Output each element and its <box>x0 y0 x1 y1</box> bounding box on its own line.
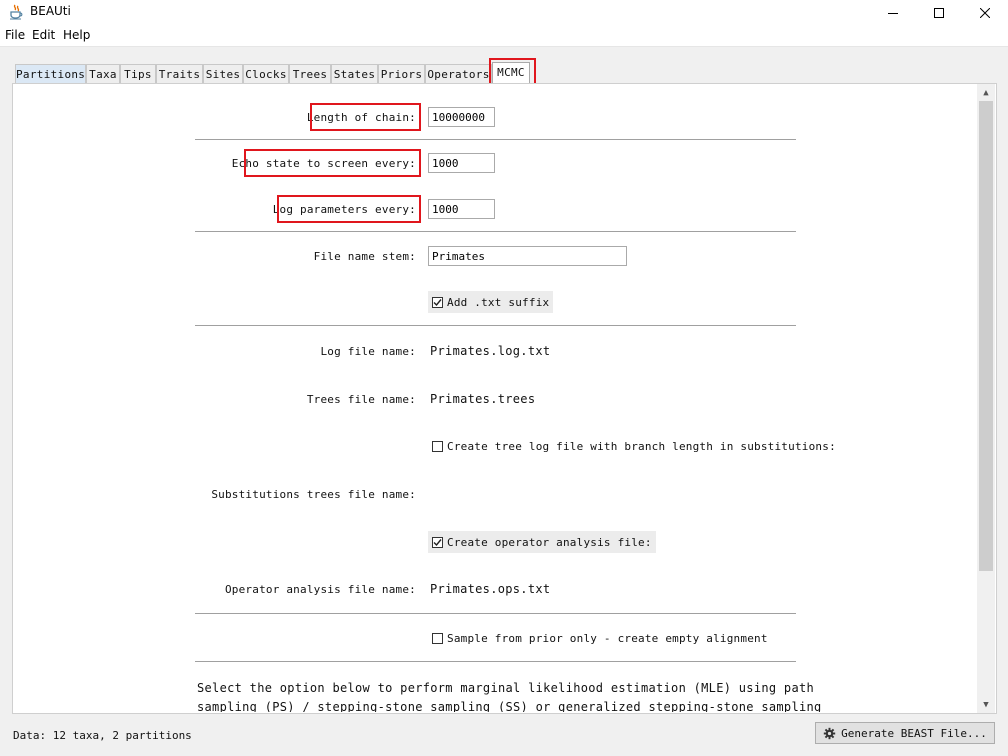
tab-states[interactable]: States <box>331 64 378 83</box>
tab-partitions[interactable]: Partitions <box>15 64 86 83</box>
tab-priors[interactable]: Priors <box>378 64 425 83</box>
tab-trees[interactable]: Trees <box>289 64 331 83</box>
echo-state-highlight <box>244 149 421 177</box>
add-txt-suffix-checkbox[interactable]: Add .txt suffix <box>428 291 554 313</box>
tab-sites[interactable]: Sites <box>203 64 243 83</box>
separator <box>195 661 796 662</box>
menu-file[interactable]: File <box>5 28 25 42</box>
tab-traits[interactable]: Traits <box>156 64 203 83</box>
file-name-stem-label: File name stem: <box>313 250 416 263</box>
operator-file-name-label: Operator analysis file name: <box>224 583 416 596</box>
trees-file-name-label: Trees file name: <box>306 393 416 406</box>
file-name-stem-input[interactable] <box>428 246 627 266</box>
checkbox-unchecked-icon <box>432 633 443 644</box>
java-cup-icon <box>10 4 23 20</box>
minimize-button[interactable] <box>870 0 916 26</box>
sample-prior-checkbox[interactable]: Sample from prior only - create empty al… <box>432 632 768 645</box>
close-icon <box>980 8 990 18</box>
length-of-chain-highlight <box>310 103 421 131</box>
log-parameters-input[interactable] <box>428 199 495 219</box>
menu-help[interactable]: Help <box>63 28 90 42</box>
minimize-icon <box>888 13 898 14</box>
vertical-scrollbar[interactable]: ▲ ▼ <box>977 84 995 713</box>
scrollbar-thumb[interactable] <box>979 101 993 571</box>
window-title: BEAUti <box>30 4 71 18</box>
tab-tips[interactable]: Tips <box>120 64 156 83</box>
generate-beast-file-label: Generate BEAST File... <box>841 726 987 740</box>
operator-analysis-checkbox[interactable]: Create operator analysis file: <box>428 531 656 553</box>
status-text: Data: 12 taxa, 2 partitions <box>13 729 192 742</box>
separator <box>195 231 796 232</box>
operator-analysis-label: Create operator analysis file: <box>447 535 652 549</box>
checkbox-unchecked-icon <box>432 441 443 452</box>
checkbox-checked-icon <box>432 296 443 308</box>
scroll-down-arrow-icon[interactable]: ▼ <box>977 696 995 713</box>
generate-beast-file-button[interactable]: Generate BEAST File... <box>815 722 995 744</box>
mle-clip: sampling (PS) / stepping-stone sampling … <box>13 698 976 712</box>
substitutions-trees-file-label: Substitutions trees file name: <box>211 488 416 501</box>
log-parameters-highlight <box>277 195 421 223</box>
operator-file-name-value: Primates.ops.txt <box>430 582 551 596</box>
menu-edit[interactable]: Edit <box>32 28 55 42</box>
log-file-name-label: Log file name: <box>320 345 416 358</box>
tab-mcmc-highlight <box>489 58 536 85</box>
tab-taxa[interactable]: Taxa <box>86 64 120 83</box>
maximize-icon <box>934 8 944 18</box>
tree-substitutions-label: Create tree log file with branch length … <box>447 440 836 453</box>
separator <box>195 325 796 326</box>
sample-prior-label: Sample from prior only - create empty al… <box>447 632 768 645</box>
trees-file-name-value: Primates.trees <box>430 392 536 406</box>
checkbox-checked-icon <box>432 536 443 548</box>
mle-description-line-2: sampling (PS) / stepping-stone sampling … <box>197 700 822 712</box>
tab-clocks[interactable]: Clocks <box>243 64 289 83</box>
maximize-button[interactable] <box>916 0 962 26</box>
title-bar: BEAUti <box>0 0 1008 26</box>
echo-state-input[interactable] <box>428 153 495 173</box>
menu-bar: File Edit Help <box>0 26 1008 47</box>
length-of-chain-input[interactable] <box>428 107 495 127</box>
tree-substitutions-checkbox[interactable]: Create tree log file with branch length … <box>432 440 836 453</box>
mle-description-line-1: Select the option below to perform margi… <box>197 681 815 695</box>
separator <box>195 613 796 614</box>
add-txt-suffix-label: Add .txt suffix <box>447 295 550 309</box>
tab-operators[interactable]: Operators <box>425 64 492 83</box>
close-button[interactable] <box>962 0 1008 26</box>
separator <box>195 139 796 140</box>
log-file-name-value: Primates.log.txt <box>430 344 551 358</box>
gear-icon <box>823 727 836 739</box>
scroll-up-arrow-icon[interactable]: ▲ <box>977 84 995 101</box>
